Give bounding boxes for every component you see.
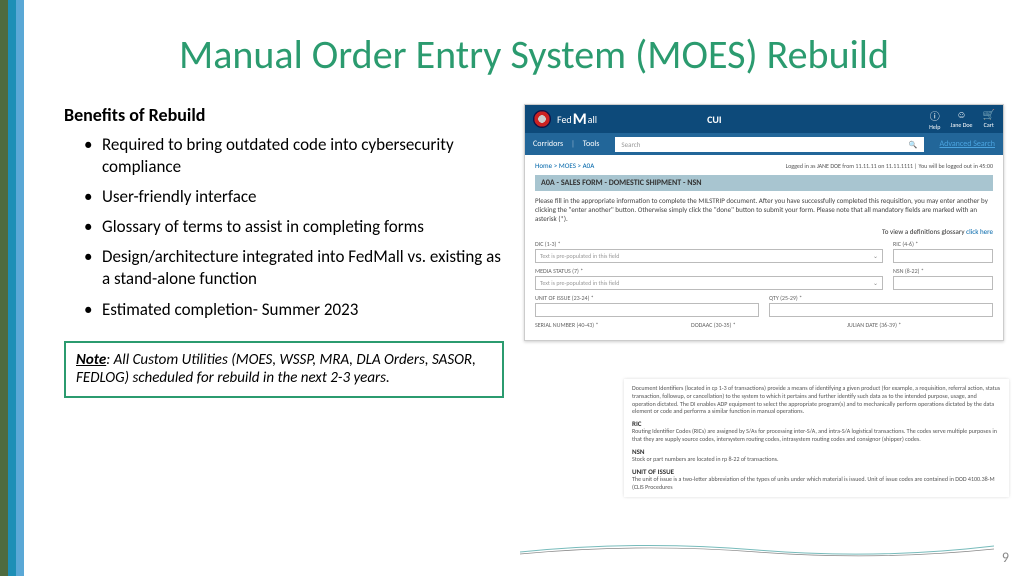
- corridors-link[interactable]: Corridors: [533, 139, 563, 149]
- benefits-heading: Benefits of Rebuild: [64, 104, 504, 126]
- benefits-list: Required to bring outdated code into cyb…: [64, 134, 504, 321]
- login-status: Logged in as JANE DOE from 11.11.11 on 1…: [535, 162, 993, 170]
- search-input[interactable]: Search 🔍: [615, 137, 923, 152]
- note-label: Note: [76, 351, 106, 369]
- glossary-link[interactable]: click here: [966, 227, 993, 236]
- fedmall-screenshot: FedMall CUI ⓘHelp ☺Jane Doe 🛒Cart Corrid…: [524, 104, 1004, 341]
- list-item: User-friendly interface: [84, 186, 504, 208]
- app-nav: Corridors | Tools Search 🔍 Advanced Sear…: [525, 133, 1003, 155]
- cart-button[interactable]: 🛒Cart: [983, 108, 995, 131]
- form-title: A0A - SALES FORM - DOMESTIC SHIPMENT - N…: [535, 175, 993, 191]
- left-stripes: [0, 0, 24, 576]
- app-header: FedMall CUI ⓘHelp ☺Jane Doe 🛒Cart: [525, 105, 1003, 133]
- fedmall-logo: FedMall: [557, 110, 597, 129]
- media-select[interactable]: Text is pre-populated in this field⌄: [535, 276, 883, 290]
- slide-title: Manual Order Entry System (MOES) Rebuild: [64, 30, 1004, 79]
- definitions-overlay: Document Identifiers (located in cp 1-3 …: [624, 379, 1009, 497]
- page-number: 9: [1002, 549, 1009, 566]
- user-icon: ☺: [956, 108, 966, 121]
- user-button[interactable]: ☺Jane Doe: [950, 108, 972, 131]
- nsn-label: NSN (8-22) *: [893, 267, 993, 275]
- glossary-note: To view a definitions glossary click her…: [535, 227, 993, 236]
- list-item: Design/architecture integrated into FedM…: [84, 246, 504, 290]
- qty-label: QTY (25-29) *: [769, 294, 993, 302]
- tools-link[interactable]: Tools: [583, 139, 600, 149]
- list-item: Required to bring outdated code into cyb…: [84, 134, 504, 178]
- media-label: MEDIA STATUS (7) *: [535, 267, 883, 275]
- list-item: Glossary of terms to assist in completin…: [84, 216, 504, 238]
- decorative-wave: [520, 538, 994, 558]
- advanced-search-link[interactable]: Advanced Search: [940, 139, 995, 149]
- info-icon: ⓘ: [930, 108, 940, 123]
- julian-label: JULIAN DATE (36-39) *: [847, 321, 993, 329]
- cart-icon: 🛒: [983, 108, 995, 121]
- form-intro: Please fill in the appropriate informati…: [535, 196, 993, 223]
- ric-input[interactable]: [893, 249, 993, 263]
- note-box: Note: All Custom Utilities (MOES, WSSP, …: [64, 341, 504, 399]
- dodaac-label: DODAAC (30-35) *: [691, 321, 837, 329]
- dic-select[interactable]: Text is pre-populated in this field⌄: [535, 249, 883, 263]
- chevron-down-icon: ⌄: [873, 279, 878, 287]
- search-icon: 🔍: [909, 140, 918, 149]
- chevron-down-icon: ⌄: [873, 252, 878, 260]
- list-item: Estimated completion- Summer 2023: [84, 299, 504, 321]
- uoi-input[interactable]: [535, 303, 759, 317]
- ric-label: RIC (4-6) *: [893, 240, 993, 248]
- note-text: : All Custom Utilities (MOES, WSSP, MRA,…: [76, 351, 476, 388]
- nsn-input[interactable]: [893, 276, 993, 290]
- uoi-label: UNIT OF ISSUE (23-24) *: [535, 294, 759, 302]
- dod-seal-icon: [533, 110, 551, 128]
- serial-label: SERIAL NUMBER (40-43) *: [535, 321, 681, 329]
- dic-label: DIC (1-3) *: [535, 240, 883, 248]
- qty-input[interactable]: [769, 303, 993, 317]
- cui-label: CUI: [707, 113, 722, 126]
- help-button[interactable]: ⓘHelp: [929, 108, 940, 131]
